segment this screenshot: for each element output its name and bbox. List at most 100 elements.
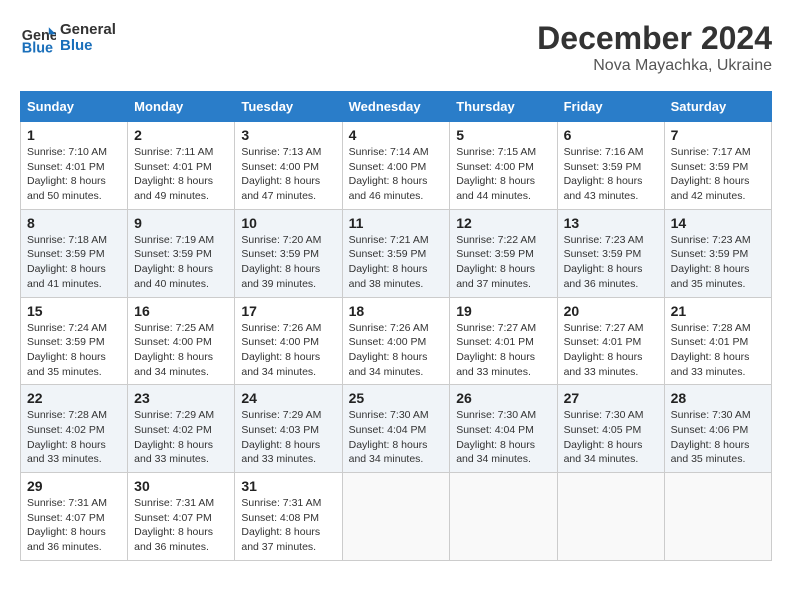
weekday-thursday: Thursday xyxy=(450,92,557,122)
sunrise-text: Sunrise: 7:23 AM xyxy=(564,233,658,248)
sunset-text: Sunset: 3:59 PM xyxy=(671,247,765,262)
sunset-text: Sunset: 4:02 PM xyxy=(27,423,121,438)
calendar-cell: 1Sunrise: 7:10 AMSunset: 4:01 PMDaylight… xyxy=(21,122,128,210)
weekday-friday: Friday xyxy=(557,92,664,122)
day-info: Sunrise: 7:11 AMSunset: 4:01 PMDaylight:… xyxy=(134,145,228,204)
day-number: 7 xyxy=(671,127,765,143)
day-info: Sunrise: 7:21 AMSunset: 3:59 PMDaylight:… xyxy=(349,233,444,292)
daylight-text: Daylight: 8 hours and 33 minutes. xyxy=(671,350,765,379)
calendar-cell: 19Sunrise: 7:27 AMSunset: 4:01 PMDayligh… xyxy=(450,297,557,385)
day-info: Sunrise: 7:28 AMSunset: 4:02 PMDaylight:… xyxy=(27,408,121,467)
page-header: General Blue General Blue December 2024 … xyxy=(20,20,772,75)
week-row-3: 15Sunrise: 7:24 AMSunset: 3:59 PMDayligh… xyxy=(21,297,772,385)
calendar-table: SundayMondayTuesdayWednesdayThursdayFrid… xyxy=(20,91,772,561)
calendar-cell: 2 Sunrise: 7:11 AMSunset: 4:01 PMDaylight… xyxy=(128,122,235,210)
daylight-text: Daylight: 8 hours and 47 minutes. xyxy=(241,174,335,203)
svg-text:Blue: Blue xyxy=(22,40,53,56)
calendar-cell: 29Sunrise: 7:31 AMSunset: 4:07 PMDayligh… xyxy=(21,473,128,561)
sunset-text: Sunset: 3:59 PM xyxy=(27,335,121,350)
day-number: 27 xyxy=(564,390,658,406)
calendar-cell: 15Sunrise: 7:24 AMSunset: 3:59 PMDayligh… xyxy=(21,297,128,385)
weekday-saturday: Saturday xyxy=(664,92,771,122)
calendar-cell xyxy=(557,473,664,561)
logo-icon: General Blue xyxy=(20,20,56,56)
day-info: Sunrise: 7:10 AMSunset: 4:01 PMDaylight:… xyxy=(27,145,121,204)
daylight-text: Daylight: 8 hours and 36 minutes. xyxy=(27,525,121,554)
day-number: 6 xyxy=(564,127,658,143)
week-row-5: 29Sunrise: 7:31 AMSunset: 4:07 PMDayligh… xyxy=(21,473,772,561)
daylight-text: Daylight: 8 hours and 37 minutes. xyxy=(456,262,550,291)
calendar-cell: 10Sunrise: 7:20 AMSunset: 3:59 PMDayligh… xyxy=(235,209,342,297)
sunrise-text: Sunrise: 7:11 AM xyxy=(134,145,228,160)
location: Nova Mayachka, Ukraine xyxy=(537,57,772,75)
daylight-text: Daylight: 8 hours and 34 minutes. xyxy=(349,350,444,379)
sunset-text: Sunset: 3:59 PM xyxy=(456,247,550,262)
day-info: Sunrise: 7:16 AMSunset: 3:59 PMDaylight:… xyxy=(564,145,658,204)
day-number: 20 xyxy=(564,303,658,319)
day-info: Sunrise: 7:26 AMSunset: 4:00 PMDaylight:… xyxy=(241,321,335,380)
sunset-text: Sunset: 4:05 PM xyxy=(564,423,658,438)
sunrise-text: Sunrise: 7:31 AM xyxy=(134,496,228,511)
sunset-text: Sunset: 4:03 PM xyxy=(241,423,335,438)
day-number: 4 xyxy=(349,127,444,143)
weekday-wednesday: Wednesday xyxy=(342,92,450,122)
sunrise-text: Sunrise: 7:19 AM xyxy=(134,233,228,248)
day-number: 29 xyxy=(27,478,121,494)
daylight-text: Daylight: 8 hours and 33 minutes. xyxy=(564,350,658,379)
day-info: Sunrise: 7:25 AMSunset: 4:00 PMDaylight:… xyxy=(134,321,228,380)
daylight-text: Daylight: 8 hours and 33 minutes. xyxy=(27,438,121,467)
day-info: Sunrise: 7:31 AMSunset: 4:07 PMDaylight:… xyxy=(134,496,228,555)
calendar-cell: 17Sunrise: 7:26 AMSunset: 4:00 PMDayligh… xyxy=(235,297,342,385)
daylight-text: Daylight: 8 hours and 50 minutes. xyxy=(27,174,121,203)
calendar-body: 1Sunrise: 7:10 AMSunset: 4:01 PMDaylight… xyxy=(21,122,772,561)
logo: General Blue General Blue xyxy=(20,20,116,56)
day-number: 8 xyxy=(27,215,121,231)
sunrise-text: Sunrise: 7:22 AM xyxy=(456,233,550,248)
calendar-cell: 13Sunrise: 7:23 AMSunset: 3:59 PMDayligh… xyxy=(557,209,664,297)
sunset-text: Sunset: 4:00 PM xyxy=(456,160,550,175)
sunrise-text: Sunrise: 7:26 AM xyxy=(241,321,335,336)
day-info: Sunrise: 7:22 AMSunset: 3:59 PMDaylight:… xyxy=(456,233,550,292)
sunrise-text: Sunrise: 7:16 AM xyxy=(564,145,658,160)
day-info: Sunrise: 7:30 AMSunset: 4:06 PMDaylight:… xyxy=(671,408,765,467)
calendar-cell: 23Sunrise: 7:29 AMSunset: 4:02 PMDayligh… xyxy=(128,385,235,473)
sunset-text: Sunset: 4:06 PM xyxy=(671,423,765,438)
sunset-text: Sunset: 3:59 PM xyxy=(671,160,765,175)
calendar-cell: 16Sunrise: 7:25 AMSunset: 4:00 PMDayligh… xyxy=(128,297,235,385)
day-info: Sunrise: 7:29 AMSunset: 4:03 PMDaylight:… xyxy=(241,408,335,467)
sunset-text: Sunset: 3:59 PM xyxy=(349,247,444,262)
day-number: 5 xyxy=(456,127,550,143)
sunset-text: Sunset: 3:59 PM xyxy=(564,160,658,175)
day-number: 2 xyxy=(134,127,228,143)
month-year: December 2024 xyxy=(537,20,772,57)
sunrise-text: Sunrise: 7:28 AM xyxy=(671,321,765,336)
day-number: 24 xyxy=(241,390,335,406)
sunset-text: Sunset: 4:01 PM xyxy=(671,335,765,350)
daylight-text: Daylight: 8 hours and 49 minutes. xyxy=(134,174,228,203)
sunrise-text: Sunrise: 7:29 AM xyxy=(134,408,228,423)
week-row-4: 22 Sunrise: 7:28 AMSunset: 4:02 PMDayligh… xyxy=(21,385,772,473)
calendar-cell: 8Sunrise: 7:18 AMSunset: 3:59 PMDaylight… xyxy=(21,209,128,297)
day-number: 22 xyxy=(27,390,121,406)
day-info: Sunrise: 7:23 AMSunset: 3:59 PMDaylight:… xyxy=(671,233,765,292)
calendar-cell: 21Sunrise: 7:28 AMSunset: 4:01 PMDayligh… xyxy=(664,297,771,385)
daylight-text: Daylight: 8 hours and 43 minutes. xyxy=(564,174,658,203)
day-info: Sunrise: 7:14 AMSunset: 4:00 PMDaylight:… xyxy=(349,145,444,204)
sunrise-text: Sunrise: 7:18 AM xyxy=(27,233,121,248)
sunset-text: Sunset: 4:07 PM xyxy=(27,511,121,526)
sunrise-text: Sunrise: 7:26 AM xyxy=(349,321,444,336)
calendar-cell: 12Sunrise: 7:22 AMSunset: 3:59 PMDayligh… xyxy=(450,209,557,297)
day-info: Sunrise: 7:26 AMSunset: 4:00 PMDaylight:… xyxy=(349,321,444,380)
calendar-cell: 11Sunrise: 7:21 AMSunset: 3:59 PMDayligh… xyxy=(342,209,450,297)
sunrise-text: Sunrise: 7:10 AM xyxy=(27,145,121,160)
calendar-cell: 3Sunrise: 7:13 AMSunset: 4:00 PMDaylight… xyxy=(235,122,342,210)
calendar-cell: 4 Sunrise: 7:14 AMSunset: 4:00 PMDaylight… xyxy=(342,122,450,210)
day-info: Sunrise: 7:27 AMSunset: 4:01 PMDaylight:… xyxy=(564,321,658,380)
title-block: December 2024 Nova Mayachka, Ukraine xyxy=(537,20,772,75)
sunrise-text: Sunrise: 7:17 AM xyxy=(671,145,765,160)
calendar-cell: 6 Sunrise: 7:16 AMSunset: 3:59 PMDaylight… xyxy=(557,122,664,210)
daylight-text: Daylight: 8 hours and 41 minutes. xyxy=(27,262,121,291)
sunrise-text: Sunrise: 7:20 AM xyxy=(241,233,335,248)
daylight-text: Daylight: 8 hours and 34 minutes. xyxy=(564,438,658,467)
sunset-text: Sunset: 4:01 PM xyxy=(456,335,550,350)
